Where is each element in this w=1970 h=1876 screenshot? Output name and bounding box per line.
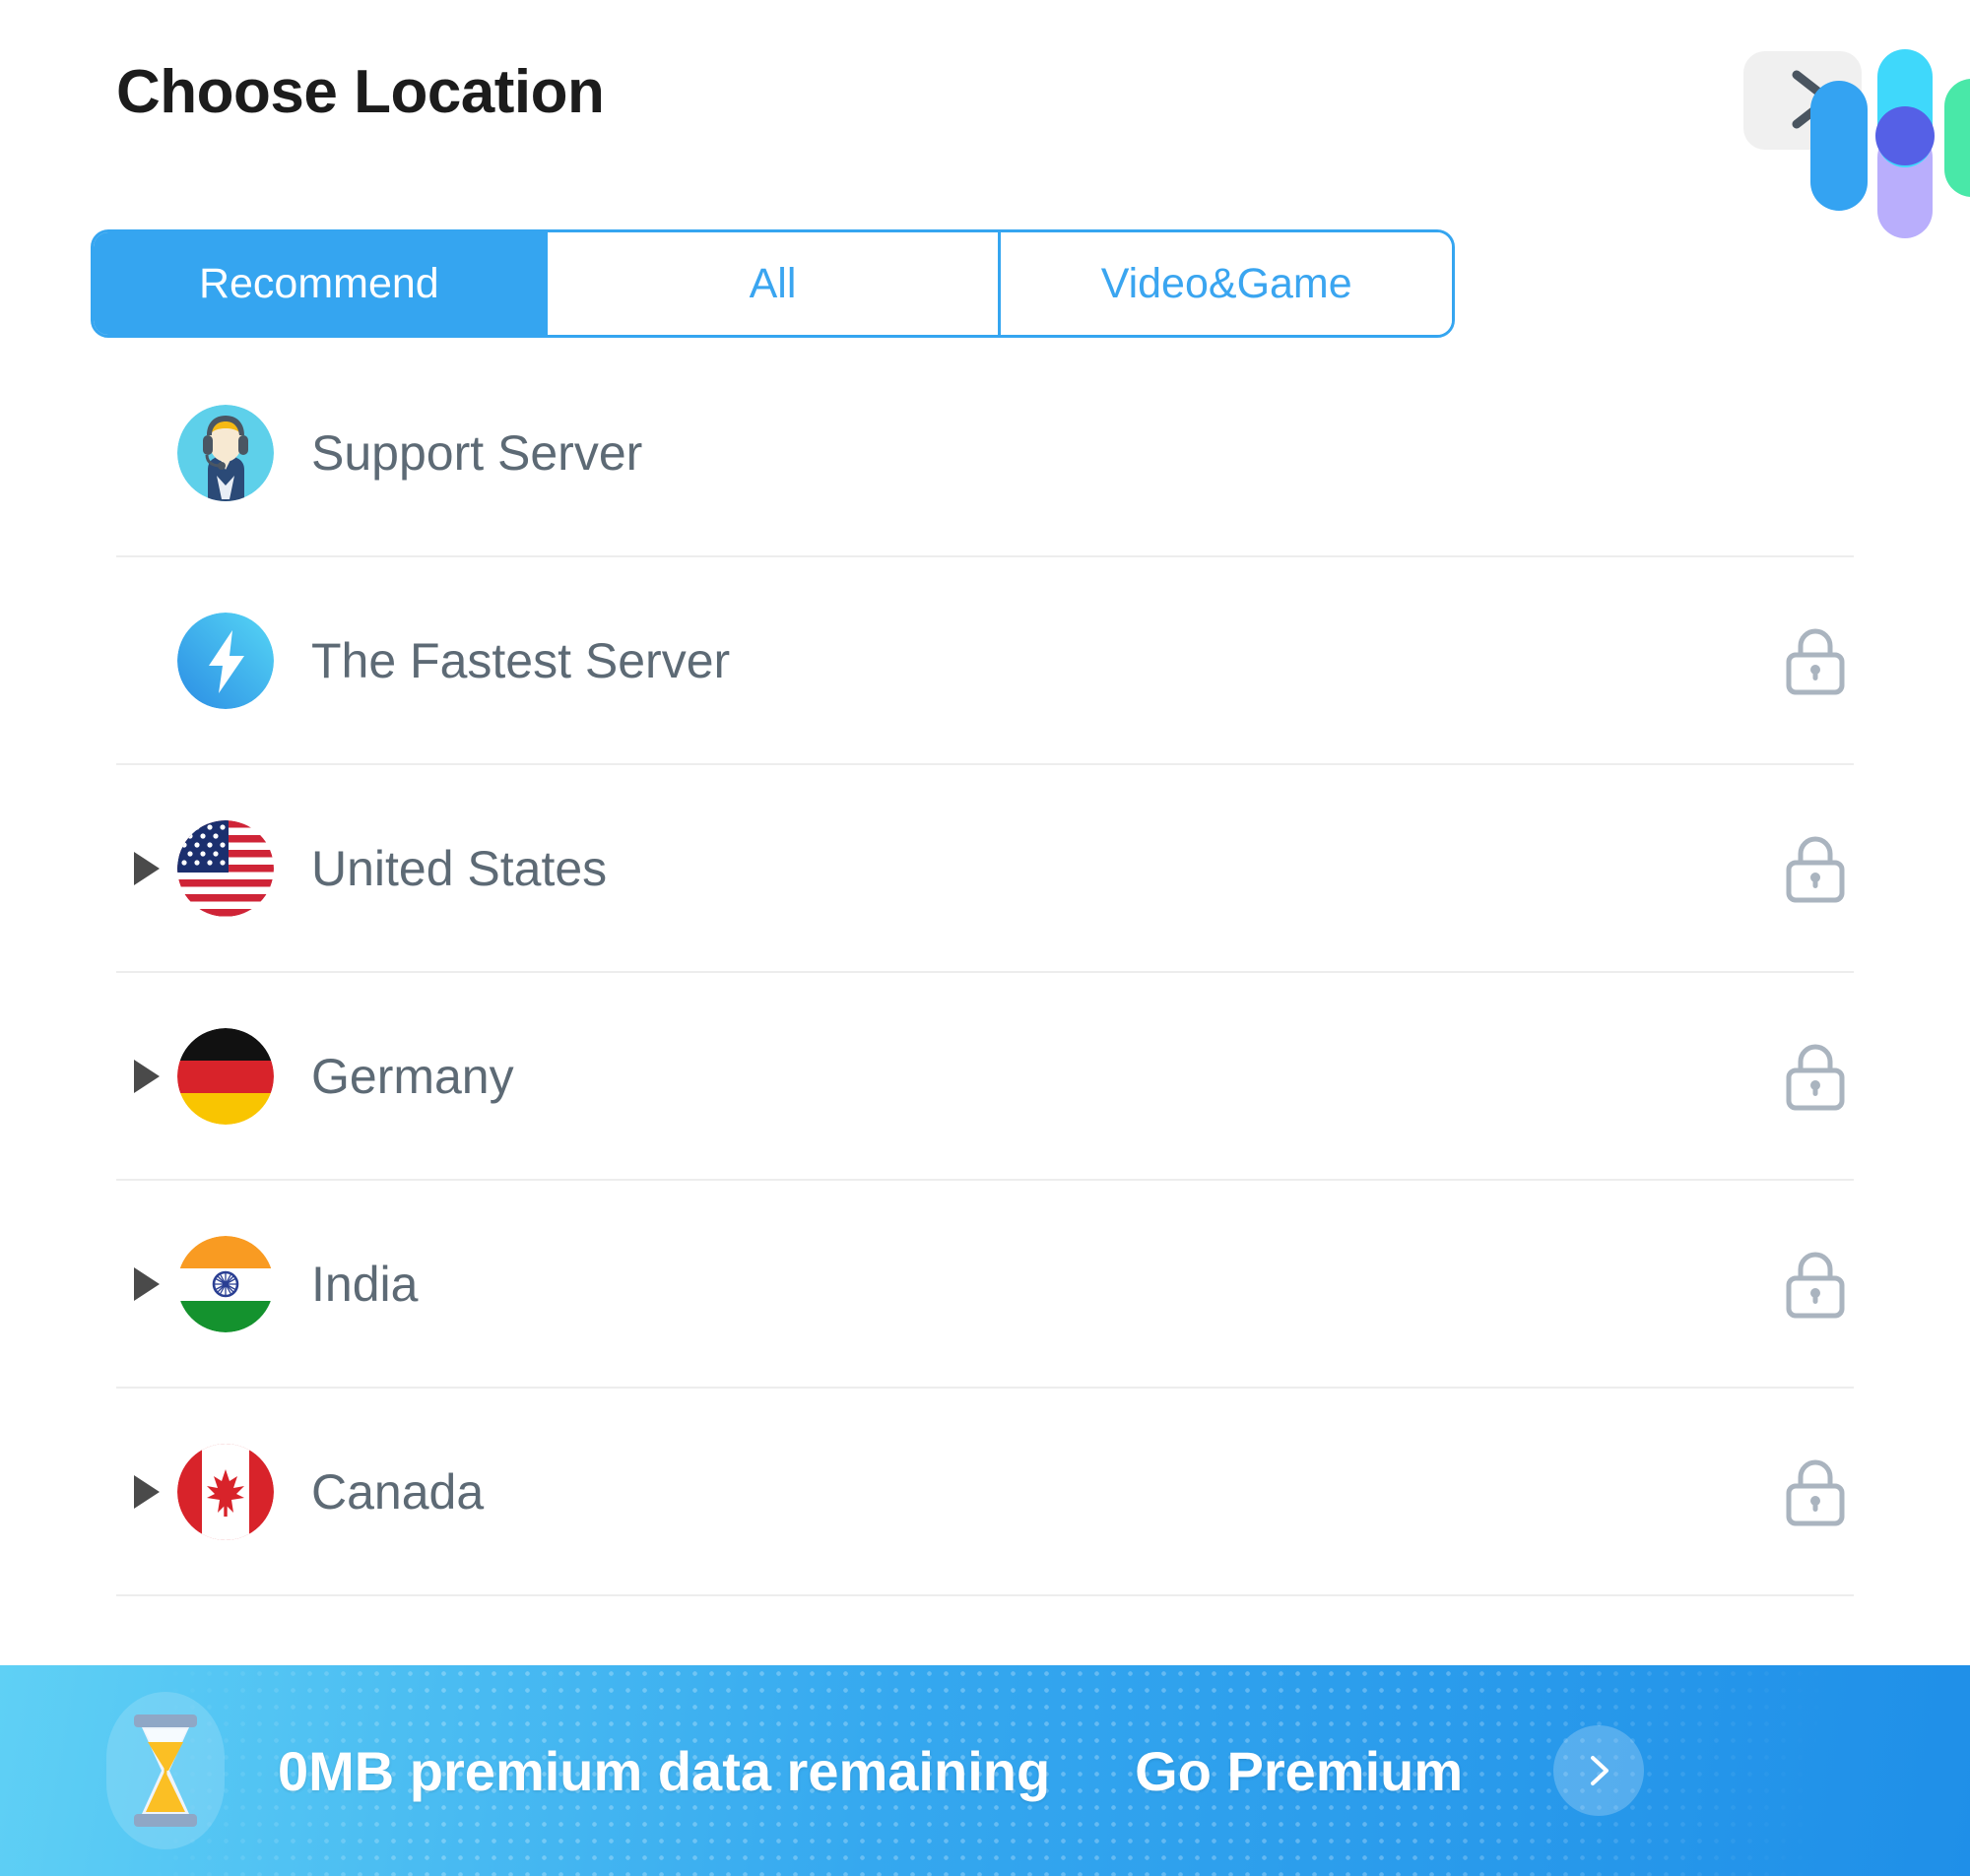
tab-video-game[interactable]: Video&Game	[1001, 232, 1452, 335]
flag-in-icon	[177, 1235, 274, 1332]
lock-icon	[1786, 836, 1845, 902]
hourglass-icon	[106, 1692, 225, 1849]
tab-recommend-label: Recommend	[198, 259, 439, 307]
list-item[interactable]: India	[116, 1181, 1854, 1389]
premium-status-text: 0MB premium data remaining	[278, 1739, 1051, 1802]
banner-chevron-right-icon[interactable]	[1553, 1725, 1645, 1816]
flag-us-icon	[177, 819, 274, 917]
list-item[interactable]: United States	[116, 765, 1854, 973]
lock-icon	[1786, 1044, 1845, 1110]
expand-arrow-icon[interactable]	[116, 1474, 177, 1509]
list-item[interactable]: Support Server	[116, 350, 1854, 557]
flag-ca-icon	[177, 1443, 274, 1540]
logo-bar-blue	[1810, 81, 1868, 211]
tab-all-label: All	[749, 259, 797, 307]
logo-dot	[1875, 106, 1935, 165]
lock-icon	[1786, 1459, 1845, 1525]
premium-banner[interactable]: 0MB premium data remaining Go Premium	[0, 1665, 1970, 1876]
page-title: Choose Location	[116, 58, 605, 126]
tab-video-game-label: Video&Game	[1100, 259, 1352, 307]
lightning-bolt-icon	[177, 612, 274, 709]
server-name: United States	[311, 840, 608, 896]
server-name: Canada	[311, 1463, 485, 1520]
lock-icon	[1786, 628, 1845, 694]
logo-bar-green	[1944, 79, 1970, 197]
server-name: The Fastest Server	[311, 632, 731, 688]
go-premium-button[interactable]: Go Premium	[1135, 1739, 1463, 1803]
tab-all[interactable]: All	[547, 232, 1002, 335]
location-tabs: Recommend All Video&Game	[91, 229, 1455, 338]
flag-de-icon	[177, 1027, 274, 1125]
expand-arrow-icon[interactable]	[116, 1266, 177, 1301]
expand-arrow-icon[interactable]	[116, 1059, 177, 1093]
list-item[interactable]: Canada	[116, 1389, 1854, 1596]
tab-recommend[interactable]: Recommend	[94, 232, 548, 335]
choose-location-screen: Choose Location Recommend All Video&Game	[0, 0, 1970, 1876]
server-name: Germany	[311, 1048, 514, 1104]
server-name: Support Server	[311, 424, 643, 481]
list-item[interactable]: The Fastest Server	[116, 557, 1854, 765]
server-list[interactable]: Support Server The Fastest Server United…	[0, 350, 1970, 1659]
headset-avatar-icon	[177, 404, 274, 501]
server-name: India	[311, 1256, 419, 1312]
expand-arrow-icon[interactable]	[116, 851, 177, 885]
header: Choose Location	[0, 0, 1970, 238]
app-logo	[1702, 22, 1970, 238]
list-item[interactable]: Germany	[116, 973, 1854, 1181]
lock-icon	[1786, 1252, 1845, 1318]
